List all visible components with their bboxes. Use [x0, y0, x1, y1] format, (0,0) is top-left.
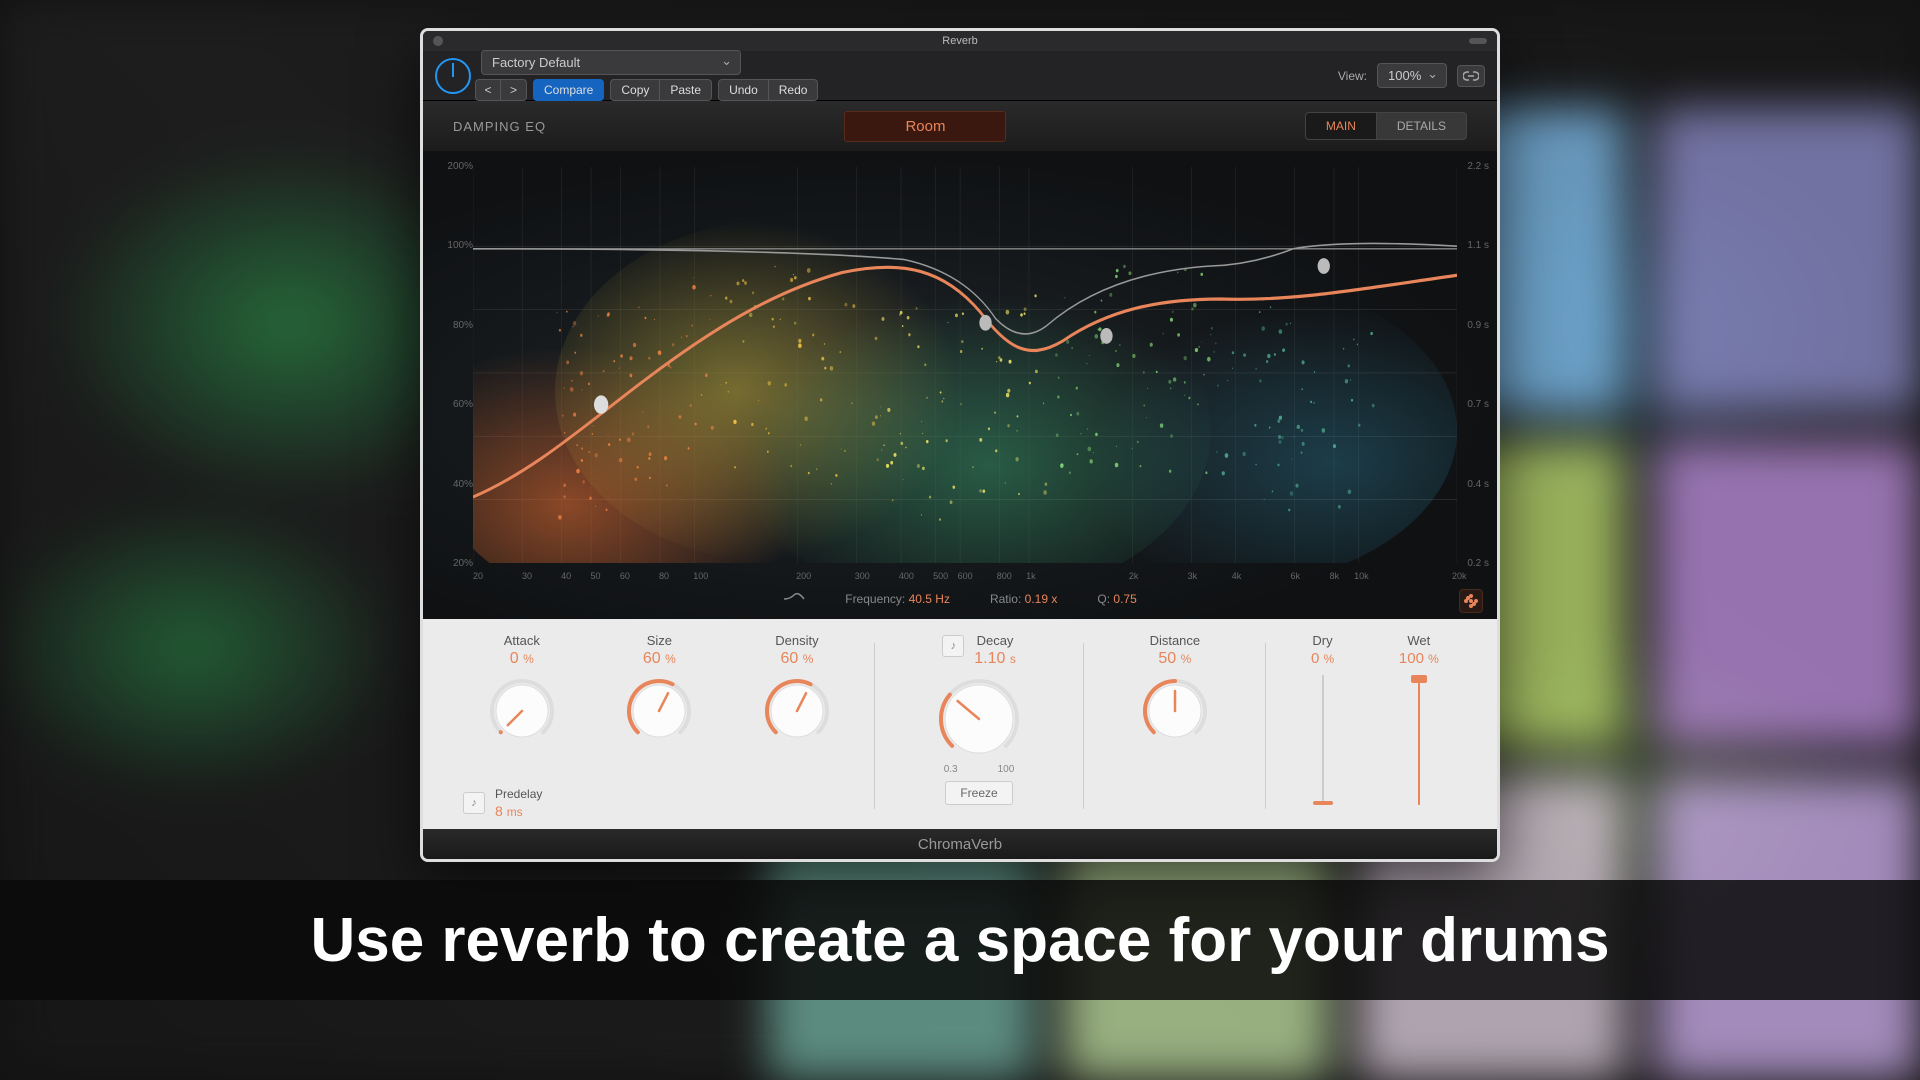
tab-details[interactable]: DETAILS: [1377, 112, 1467, 140]
reverb-type-text: Room: [905, 118, 945, 135]
size-label: Size: [647, 633, 672, 648]
decay-label: Decay: [974, 633, 1016, 648]
eq-handle-1[interactable]: [594, 395, 608, 413]
reverb-type-select[interactable]: Room: [844, 111, 1006, 142]
decay-control: ♪ Decay 1.10 s 0.3100 Freeze: [883, 633, 1076, 819]
eq-graph[interactable]: 200%100%80%60%40%20% 2.2 s1.1 s0.9 s0.7 …: [423, 151, 1497, 619]
plugin-footer: ChromaVerb: [423, 829, 1497, 859]
predelay-value[interactable]: 8: [495, 803, 503, 819]
tab-main[interactable]: MAIN: [1305, 112, 1377, 140]
size-knob[interactable]: [626, 678, 692, 744]
preset-next-button[interactable]: >: [501, 79, 527, 101]
distance-label: Distance: [1150, 633, 1201, 648]
ratio-label: Ratio:: [990, 592, 1021, 606]
filter-shape-icon: [783, 592, 805, 606]
ratio-value[interactable]: 0.19 x: [1025, 592, 1058, 606]
dry-control: Dry 0 %: [1274, 633, 1370, 819]
decay-knob[interactable]: [938, 678, 1020, 760]
eq-curve-display[interactable]: [473, 167, 1457, 563]
size-control: Size 60 %: [591, 633, 729, 781]
compare-button[interactable]: Compare: [533, 79, 604, 101]
view-label: View:: [1338, 69, 1367, 83]
distance-value[interactable]: 50: [1158, 650, 1176, 667]
q-label: Q:: [1097, 592, 1110, 606]
dry-value[interactable]: 0: [1311, 650, 1319, 667]
density-knob[interactable]: [764, 678, 830, 744]
wet-control: Wet 100 %: [1371, 633, 1467, 819]
attack-control: Attack 0 %: [453, 633, 591, 781]
link-button[interactable]: [1457, 65, 1485, 87]
paste-button[interactable]: Paste: [660, 79, 712, 101]
undo-button[interactable]: Undo: [718, 79, 769, 101]
dry-label: Dry: [1312, 633, 1332, 648]
density-control: Density 60 %: [728, 633, 866, 781]
preset-prev-button[interactable]: <: [475, 79, 501, 101]
eq-handle-3[interactable]: [1100, 328, 1112, 344]
wet-value[interactable]: 100: [1399, 650, 1424, 667]
wet-label: Wet: [1407, 633, 1430, 648]
header-row: DAMPING EQ Room MAIN DETAILS: [423, 101, 1497, 151]
predelay-sync-button[interactable]: ♪: [463, 792, 485, 814]
window-title: Reverb: [942, 35, 977, 47]
wet-slider[interactable]: [1409, 675, 1429, 805]
preset-nav: < >: [475, 79, 527, 101]
controls-panel: Attack 0 % Size 60 % Density: [423, 619, 1497, 829]
view-zoom-value: 100%: [1388, 68, 1421, 83]
caption-overlay: Use reverb to create a space for your dr…: [0, 880, 1920, 1000]
preset-select[interactable]: Factory Default: [481, 50, 741, 75]
freq-label: Frequency:: [845, 592, 905, 606]
attack-value[interactable]: 0: [510, 650, 519, 667]
redo-button[interactable]: Redo: [769, 79, 819, 101]
particle-visualizer-button[interactable]: [1459, 589, 1483, 613]
eq-handle-4[interactable]: [1318, 258, 1330, 274]
attack-label: Attack: [504, 633, 540, 648]
predelay-label: Predelay: [495, 787, 542, 801]
q-value[interactable]: 0.75: [1113, 592, 1136, 606]
freeze-button[interactable]: Freeze: [945, 781, 1012, 805]
freq-value[interactable]: 40.5 Hz: [909, 592, 950, 606]
density-label: Density: [775, 633, 818, 648]
window-grip[interactable]: [1469, 38, 1487, 44]
decay-sync-button[interactable]: ♪: [942, 635, 964, 657]
size-value[interactable]: 60: [643, 650, 661, 667]
titlebar: Reverb: [423, 31, 1497, 51]
eq-handle-2[interactable]: [979, 315, 991, 331]
decay-range-min: 0.3: [944, 764, 958, 775]
toolbar: Factory Default < > Compare Copy Paste U…: [423, 51, 1497, 101]
density-value[interactable]: 60: [780, 650, 798, 667]
preset-name-text: Factory Default: [492, 55, 580, 70]
eq-section-label: DAMPING EQ: [453, 119, 546, 134]
eq-param-readout: Frequency: 40.5 Hz Ratio: 0.19 x Q: 0.75: [423, 583, 1497, 615]
window-controls[interactable]: [433, 36, 443, 46]
decay-value[interactable]: 1.10: [974, 650, 1005, 667]
plugin-name: ChromaVerb: [918, 836, 1002, 853]
caption-text: Use reverb to create a space for your dr…: [310, 905, 1609, 976]
copy-button[interactable]: Copy: [610, 79, 660, 101]
distance-knob[interactable]: [1142, 678, 1208, 744]
view-zoom-select[interactable]: 100%: [1377, 63, 1447, 88]
power-button[interactable]: [435, 58, 471, 94]
attack-knob[interactable]: [489, 678, 555, 744]
decay-range-max: 100: [998, 764, 1015, 775]
distance-control: Distance 50 %: [1092, 633, 1257, 819]
plugin-window: Reverb Factory Default < > Compare Copy …: [420, 28, 1500, 862]
dry-slider[interactable]: [1313, 675, 1333, 805]
